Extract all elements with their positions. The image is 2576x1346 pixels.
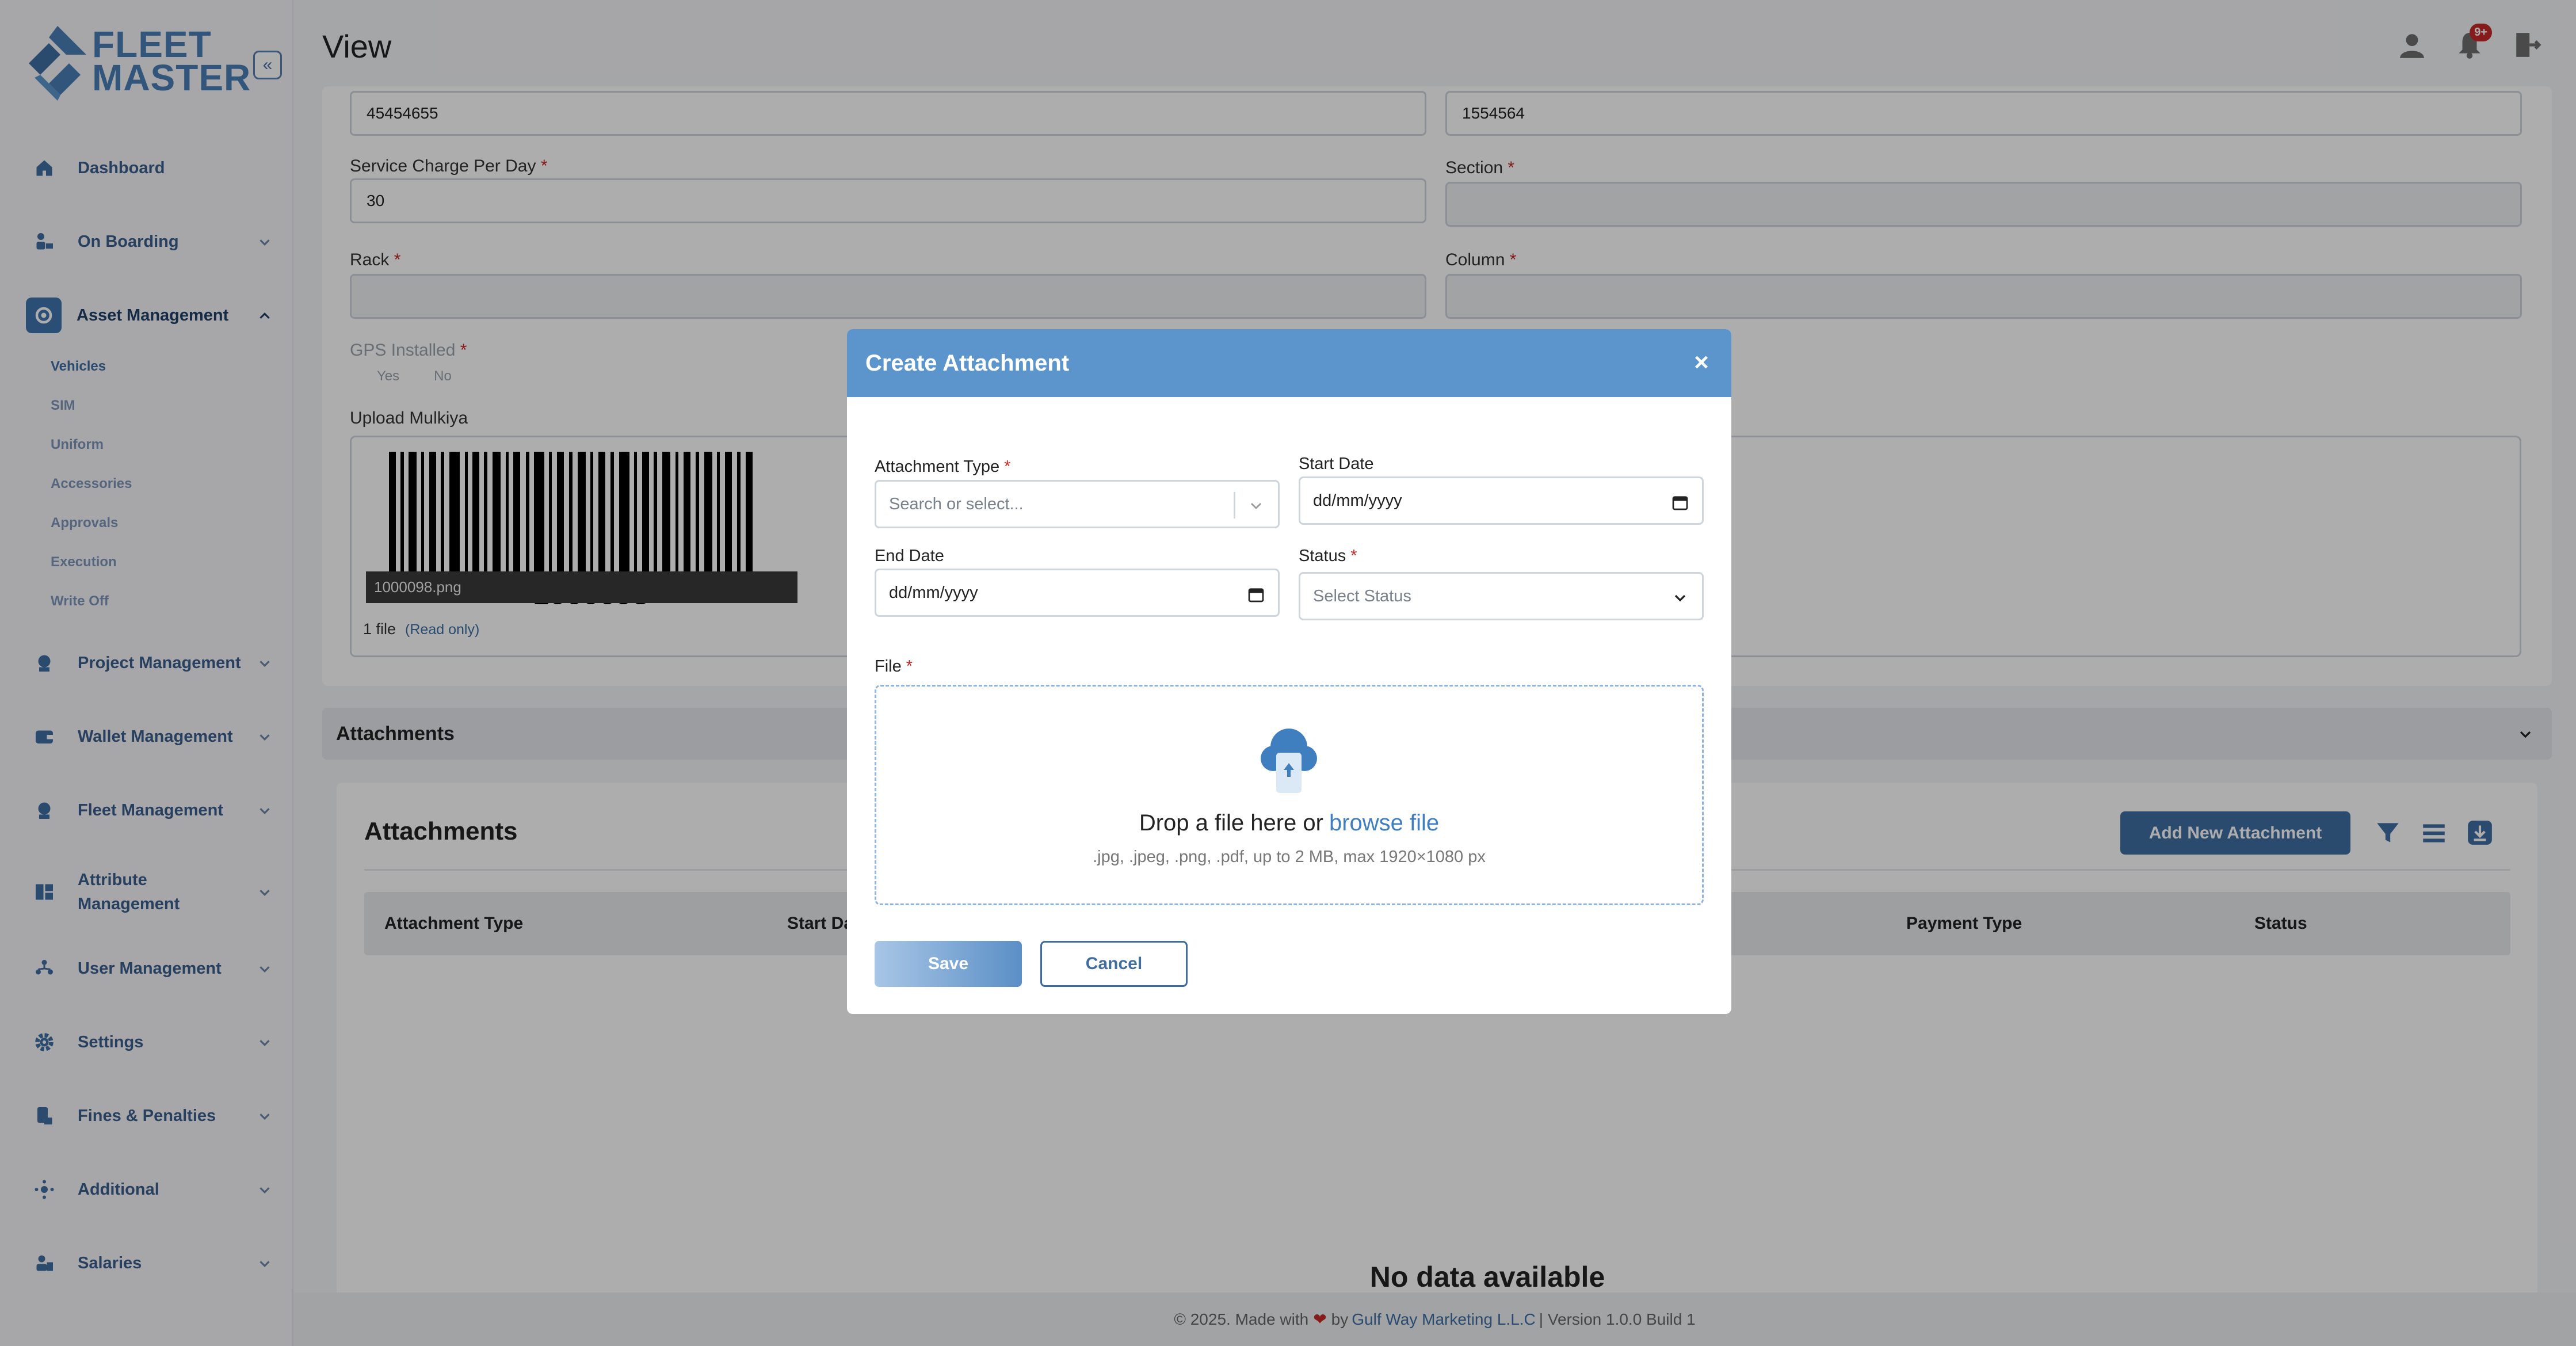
cloud-upload-icon [1261, 729, 1317, 793]
attachment-type-label: Attachment Type * [875, 457, 1011, 476]
create-attachment-modal: Create Attachment × Attachment Type * Se… [847, 329, 1731, 1014]
cancel-button[interactable]: Cancel [1040, 941, 1188, 987]
end-date-label: End Date [875, 547, 944, 565]
calendar-icon[interactable] [1671, 493, 1689, 512]
status-label: Status * [1299, 547, 1357, 565]
drop-text: Drop a file here or browse file [876, 810, 1702, 836]
close-icon[interactable]: × [1689, 350, 1714, 375]
end-date-input[interactable]: dd/mm/yyyy [875, 569, 1280, 617]
select-separator [1234, 492, 1235, 518]
file-hint: .jpg, .jpeg, .png, .pdf, up to 2 MB, max… [1093, 848, 1486, 866]
chevron-down-icon [1674, 594, 1686, 602]
modal-title: Create Attachment [865, 350, 1070, 376]
attachment-type-select[interactable]: Search or select... [875, 480, 1280, 528]
save-button[interactable]: Save [875, 941, 1022, 987]
calendar-icon[interactable] [1247, 585, 1265, 604]
start-date-label: Start Date [1299, 455, 1374, 473]
status-select[interactable]: Select Status [1299, 572, 1704, 620]
file-dropzone[interactable]: Drop a file here or browse file .jpg, .jp… [875, 685, 1704, 905]
attachment-type-placeholder: Search or select... [889, 494, 1024, 513]
modal-header: Create Attachment [847, 329, 1731, 397]
file-label: File * [875, 657, 913, 676]
status-placeholder: Select Status [1313, 586, 1411, 605]
chevron-down-icon [1251, 503, 1261, 509]
end-date-value: dd/mm/yyyy [889, 583, 978, 602]
start-date-value: dd/mm/yyyy [1313, 491, 1402, 510]
browse-file-link[interactable]: browse file [1329, 810, 1439, 836]
drop-instruction: Drop a file here or [1139, 810, 1323, 836]
start-date-input[interactable]: dd/mm/yyyy [1299, 476, 1704, 525]
